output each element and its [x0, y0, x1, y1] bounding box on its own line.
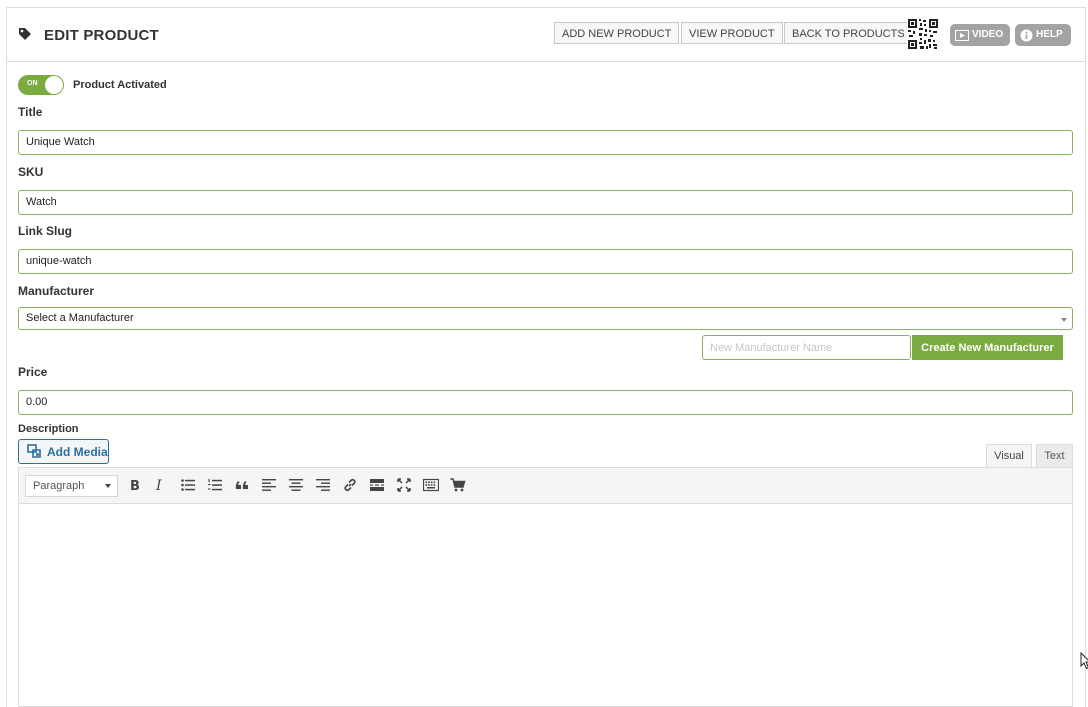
create-new-manufacturer-button[interactable]: Create New Manufacturer: [912, 335, 1063, 360]
description-label: Description: [18, 423, 79, 435]
page-title: EDIT PRODUCT: [44, 27, 159, 44]
align-left-icon[interactable]: [261, 477, 277, 493]
mouse-cursor-icon: [1080, 652, 1088, 670]
format-select-value: Paragraph: [33, 480, 85, 492]
manufacturer-select[interactable]: Select a Manufacturer: [18, 307, 1073, 330]
page-header: EDIT PRODUCT ADD NEW PRODUCT VIEW PRODUC…: [7, 8, 1085, 62]
chevron-down-icon: [1061, 318, 1067, 322]
info-icon: [1020, 29, 1033, 41]
bold-icon[interactable]: B: [126, 477, 142, 493]
price-label: Price: [18, 365, 48, 379]
sku-label: SKU: [18, 165, 44, 179]
new-manufacturer-input[interactable]: [702, 335, 911, 360]
tab-visual[interactable]: Visual: [986, 444, 1032, 468]
add-media-button[interactable]: Add Media: [18, 439, 109, 464]
link-slug-label: Link Slug: [18, 224, 72, 238]
numbered-list-icon[interactable]: [207, 477, 223, 493]
media-icon: [27, 444, 41, 458]
back-to-products-button[interactable]: BACK TO PRODUCTS: [784, 22, 913, 44]
price-input[interactable]: 0.00: [18, 390, 1073, 415]
manufacturer-label: Manufacturer: [18, 284, 95, 298]
title-input[interactable]: Unique Watch: [18, 130, 1073, 155]
toggle-knob: [45, 76, 63, 94]
video-label: VIDEO: [972, 29, 1004, 40]
blockquote-icon[interactable]: [234, 477, 250, 493]
align-right-icon[interactable]: [315, 477, 331, 493]
align-center-icon[interactable]: [288, 477, 304, 493]
link-icon[interactable]: [342, 477, 358, 493]
video-icon: [955, 29, 969, 41]
link-slug-input[interactable]: unique-watch: [18, 249, 1073, 274]
view-product-button[interactable]: VIEW PRODUCT: [681, 22, 783, 44]
video-button[interactable]: VIDEO: [950, 24, 1010, 46]
add-new-product-button[interactable]: ADD NEW PRODUCT: [554, 22, 680, 44]
sku-input[interactable]: Watch: [18, 190, 1073, 215]
qr-code-icon[interactable]: [907, 18, 939, 50]
toggle-on-text: ON: [27, 80, 38, 87]
title-label: Title: [18, 105, 43, 119]
svg-text:I: I: [155, 478, 162, 493]
svg-text:B: B: [130, 479, 140, 493]
description-editor[interactable]: Paragraph B I: [18, 467, 1073, 707]
product-activated-label: Product Activated: [73, 79, 167, 91]
bullet-list-icon[interactable]: [180, 477, 196, 493]
tag-icon: [19, 28, 31, 40]
fullscreen-icon[interactable]: [396, 477, 412, 493]
add-media-label: Add Media: [47, 444, 108, 459]
cart-icon[interactable]: [450, 477, 466, 493]
manufacturer-select-value: Select a Manufacturer: [26, 312, 134, 324]
toolbar-toggle-icon[interactable]: [423, 477, 439, 493]
read-more-icon[interactable]: [369, 477, 385, 493]
product-activated-toggle[interactable]: ON: [18, 75, 64, 95]
italic-icon[interactable]: I: [152, 477, 168, 493]
help-button[interactable]: HELP: [1015, 24, 1071, 46]
format-select[interactable]: Paragraph: [25, 475, 118, 497]
tab-text[interactable]: Text: [1036, 444, 1073, 468]
help-label: HELP: [1036, 29, 1063, 40]
chevron-down-icon: [105, 484, 111, 488]
editor-toolbar: Paragraph B I: [19, 468, 1072, 504]
